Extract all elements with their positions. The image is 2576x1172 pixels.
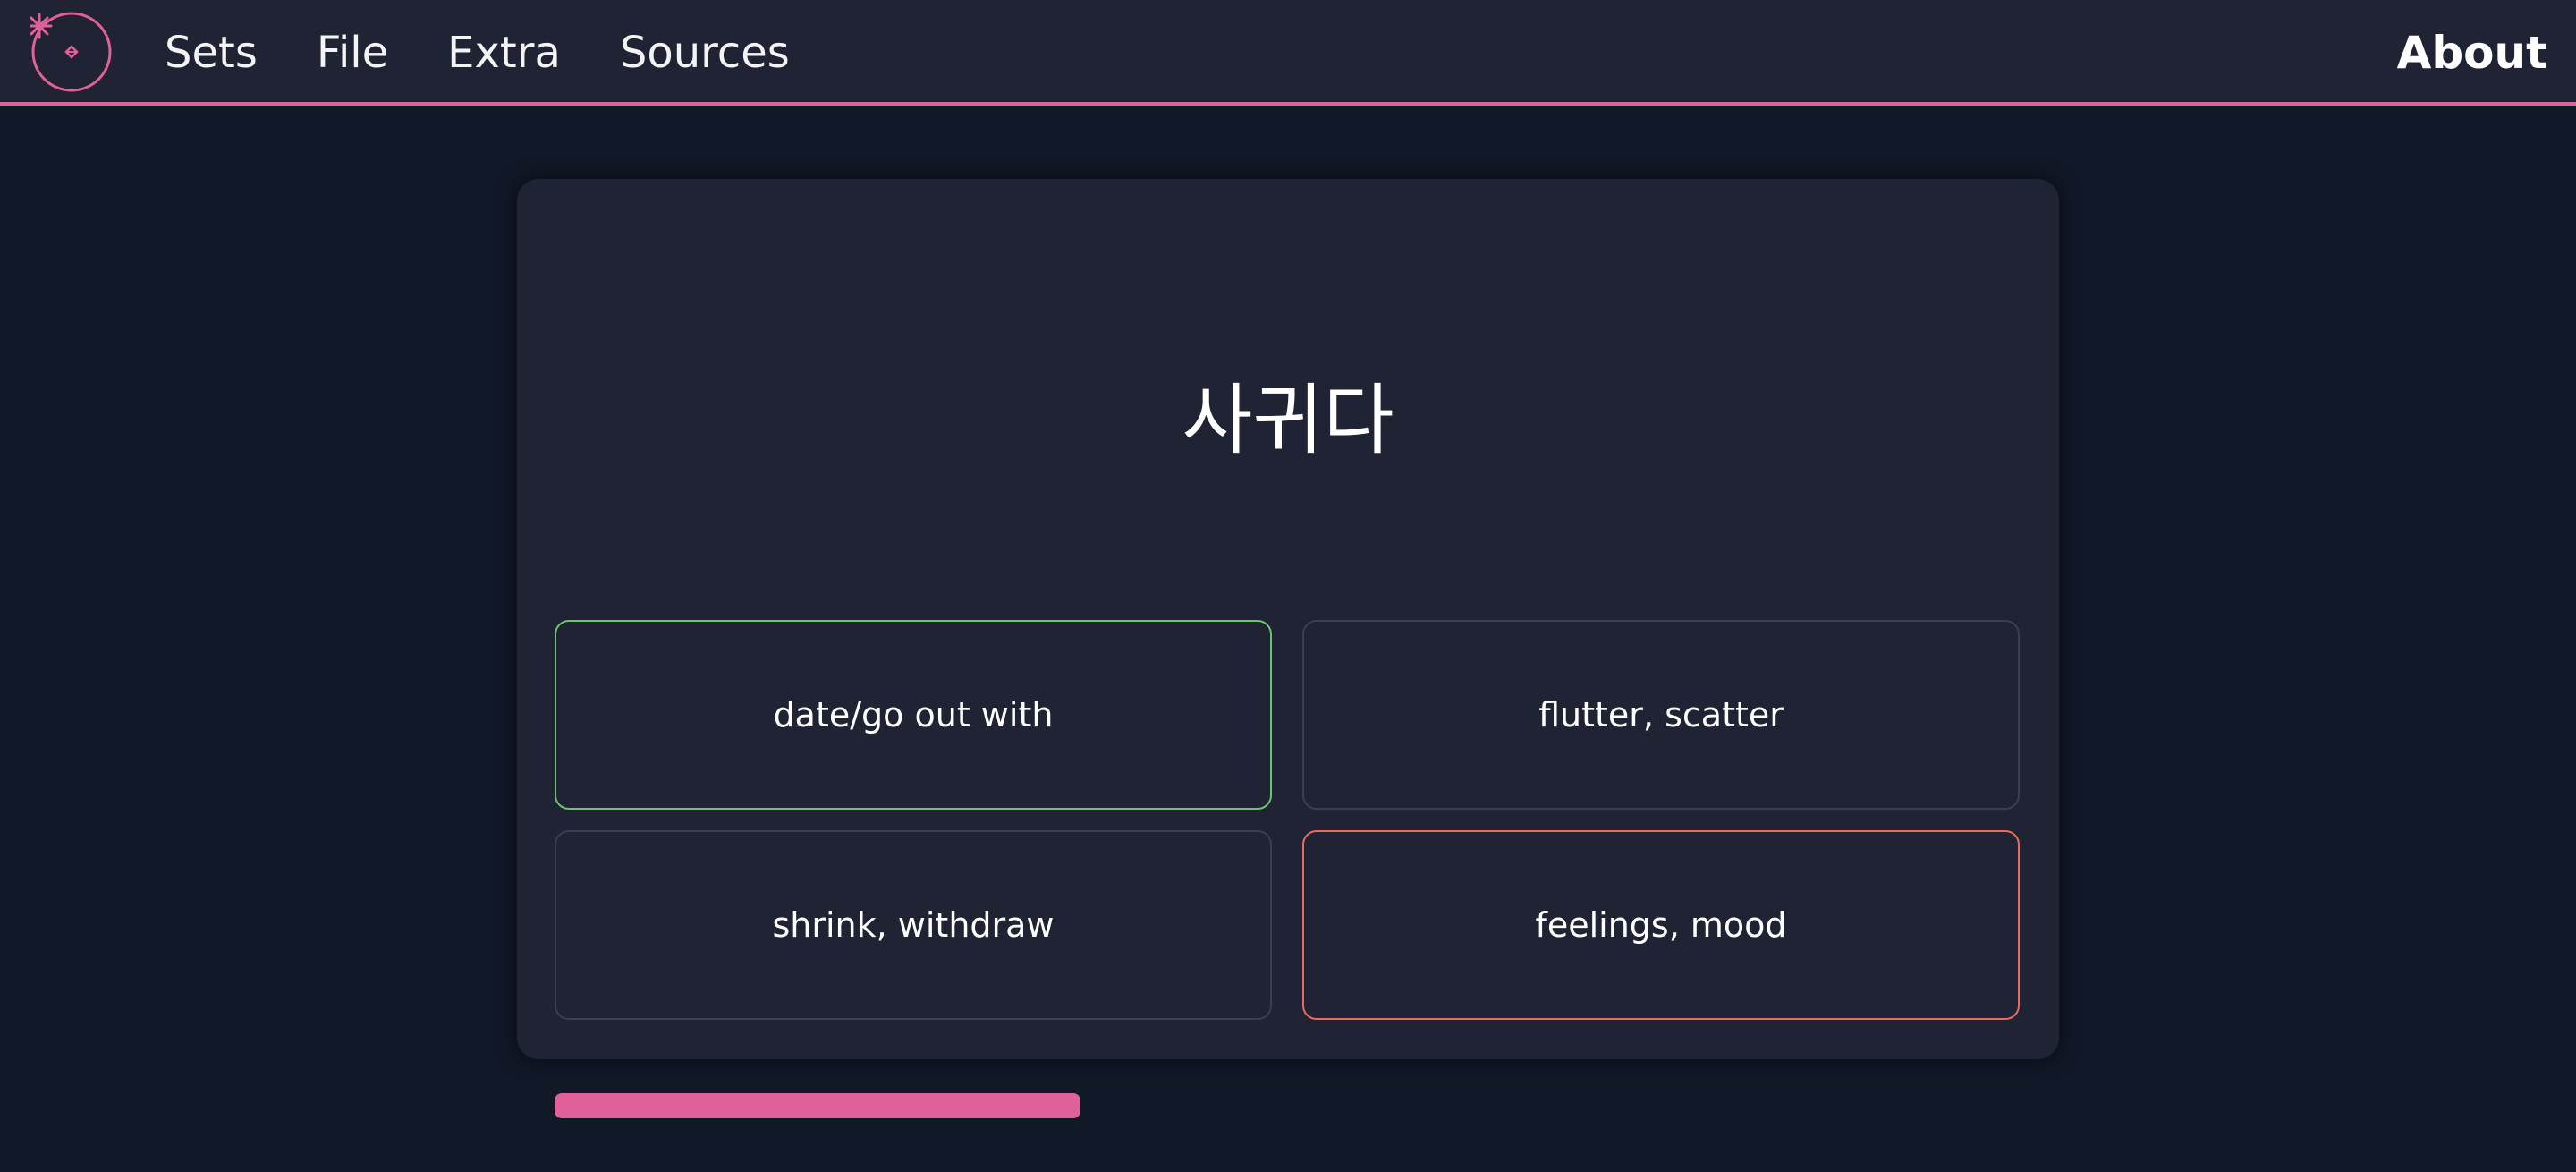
quiz-prompt-word: 사귀다 <box>1182 376 1394 465</box>
answer-option-1[interactable]: date/go out with <box>555 620 1272 810</box>
quiz-card: 사귀다 date/go out with flutter, scatter sh… <box>517 179 2059 1059</box>
about-link[interactable]: About <box>2397 0 2547 106</box>
nav-item-sets[interactable]: Sets <box>165 28 258 78</box>
main-nav: Sets File Extra Sources <box>165 0 849 106</box>
nav-item-sources[interactable]: Sources <box>620 28 790 78</box>
nav-item-extra[interactable]: Extra <box>447 28 561 78</box>
sparkle-circle-logo-icon[interactable] <box>30 11 113 93</box>
top-navigation-bar: Sets File Extra Sources About <box>0 0 2576 106</box>
answer-option-4[interactable]: feelings, mood <box>1302 830 2020 1020</box>
answer-option-3[interactable]: shrink, withdraw <box>555 830 1272 1020</box>
progress-bar <box>555 1093 1080 1118</box>
nav-item-file[interactable]: File <box>317 28 388 78</box>
answer-option-2[interactable]: flutter, scatter <box>1302 620 2020 810</box>
